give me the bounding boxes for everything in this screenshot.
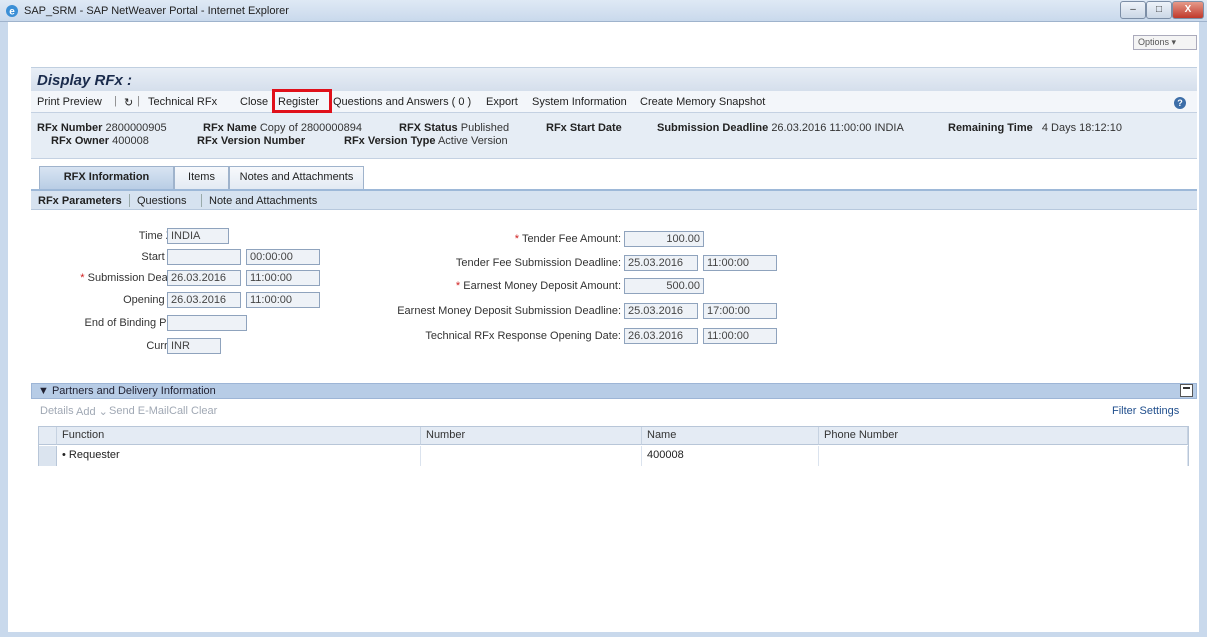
subtab-questions[interactable]: Questions: [137, 195, 187, 207]
row-selector[interactable]: [39, 446, 57, 466]
partners-toolbar: Details Add ⌄ Send E-Mail Call Clear: [31, 402, 1197, 422]
tab-rfx-information[interactable]: RFX Information: [39, 166, 174, 189]
help-icon[interactable]: ?: [1174, 97, 1186, 109]
partners-section-title: ▼ Partners and Delivery Information: [38, 385, 216, 397]
submission-date-field[interactable]: 26.03.2016: [167, 270, 241, 286]
tech-opening-time-field[interactable]: 11:00:00: [703, 328, 777, 344]
window-title-bar: e SAP_SRM - SAP NetWeaver Portal - Inter…: [0, 0, 1207, 22]
rfx-status: RFX Status Published: [399, 122, 510, 134]
tender-fee-deadline-label: Tender Fee Submission Deadline:: [455, 257, 621, 269]
subtab-rfx-parameters[interactable]: RFx Parameters: [38, 195, 122, 207]
register-highlight: [272, 89, 332, 113]
opening-time-field[interactable]: 11:00:00: [246, 292, 320, 308]
maximize-button[interactable]: □: [1146, 1, 1172, 19]
partners-table: Function Number Name Phone Number • Requ…: [38, 426, 1189, 466]
internet-explorer-icon: e: [6, 5, 18, 18]
rfx-start-date: RFx Start Date: [546, 122, 622, 134]
filter-settings-link[interactable]: Filter Settings: [1112, 405, 1179, 417]
emd-deadline-label: Earnest Money Deposit Submission Deadlin…: [397, 305, 621, 317]
action-toolbar: Print Preview | ↻ | Technical RFx Close …: [31, 91, 1197, 113]
add-button[interactable]: Add ⌄: [76, 405, 108, 418]
column-header-number[interactable]: Number: [421, 427, 642, 445]
tender-fee-amount-label: * Tender Fee Amount:: [514, 233, 621, 245]
emd-time-field[interactable]: 17:00:00: [703, 303, 777, 319]
emd-amount-label: * Earnest Money Deposit Amount:: [455, 280, 621, 292]
column-header-function[interactable]: Function: [57, 427, 421, 445]
tender-fee-time-field[interactable]: 11:00:00: [703, 255, 777, 271]
rfx-owner: RFx Owner 400008: [51, 135, 149, 147]
close-button[interactable]: Close: [240, 96, 268, 108]
partners-section-header[interactable]: ▼ Partners and Delivery Information: [31, 383, 1197, 399]
column-header-phone[interactable]: Phone Number: [819, 427, 1188, 445]
tender-fee-amount-field[interactable]: 100.00: [624, 231, 704, 247]
system-information-button[interactable]: System Information: [532, 96, 627, 108]
subtab-separator: [129, 194, 130, 207]
window-title: SAP_SRM - SAP NetWeaver Portal - Interne…: [24, 5, 289, 17]
options-button[interactable]: Options ▾: [1133, 35, 1197, 50]
cell-number: [421, 446, 642, 466]
tab-notes-attachments[interactable]: Notes and Attachments: [229, 166, 364, 189]
tech-opening-label: Technical RFx Response Opening Date:: [425, 330, 621, 342]
export-button[interactable]: Export: [486, 96, 518, 108]
close-window-button[interactable]: X: [1172, 1, 1204, 19]
create-memory-snapshot-button[interactable]: Create Memory Snapshot: [640, 96, 765, 108]
rfx-version-number: RFx Version Number: [197, 135, 306, 147]
submission-deadline-info: Submission Deadline 26.03.2016 11:00:00 …: [657, 122, 904, 134]
remaining-time: Remaining Time 4 Days 18:12:10: [948, 122, 1122, 134]
sub-tab-bar: RFx Parameters Questions Note and Attach…: [31, 189, 1197, 210]
toolbar-separator: |: [137, 95, 140, 107]
rfx-number: RFx Number 2800000905: [37, 122, 167, 134]
questions-answers-button[interactable]: Questions and Answers ( 0 ): [333, 96, 471, 108]
clear-button[interactable]: Clear: [191, 405, 217, 417]
tab-items[interactable]: Items: [174, 166, 229, 189]
emd-date-field[interactable]: 25.03.2016: [624, 303, 698, 319]
tab-strip: RFX Information Items Notes and Attachme…: [31, 159, 1197, 189]
emd-amount-field[interactable]: 500.00: [624, 278, 704, 294]
window-bottom-border: [8, 632, 1199, 637]
currency-field[interactable]: INR: [167, 338, 221, 354]
cell-name: 400008: [642, 446, 819, 466]
page-title: Display RFx :: [37, 72, 133, 89]
toolbar-separator: |: [114, 95, 117, 107]
print-preview-button[interactable]: Print Preview: [37, 96, 102, 108]
start-date-field[interactable]: [167, 249, 241, 265]
time-zone-field[interactable]: INDIA: [167, 228, 229, 244]
subtab-note-attachments[interactable]: Note and Attachments: [209, 195, 317, 207]
details-button[interactable]: Details: [40, 405, 74, 417]
tech-opening-date-field[interactable]: 26.03.2016: [624, 328, 698, 344]
opening-date-field[interactable]: 26.03.2016: [167, 292, 241, 308]
send-email-button[interactable]: Send E-Mail: [109, 405, 169, 417]
rfx-header-info: RFx Number 2800000905 RFx Name Copy of 2…: [31, 113, 1197, 159]
rfx-name: RFx Name Copy of 2800000894: [203, 122, 363, 134]
refresh-icon[interactable]: ↻: [124, 96, 133, 109]
page-header: Display RFx :: [31, 67, 1197, 91]
submission-time-field[interactable]: 11:00:00: [246, 270, 320, 286]
subtab-separator: [201, 194, 202, 207]
rfx-parameters-form: Time Zone: INDIA Start Date: 00:00:00 * …: [31, 210, 1197, 380]
start-time-field[interactable]: 00:00:00: [246, 249, 320, 265]
call-button[interactable]: Call: [169, 405, 188, 417]
rfx-version-type: RFx Version Type Active Version: [344, 135, 508, 147]
minimize-button[interactable]: –: [1120, 1, 1146, 19]
end-binding-field[interactable]: [167, 315, 247, 331]
svg-text:e: e: [9, 7, 15, 18]
column-header-name[interactable]: Name: [642, 427, 819, 445]
technical-rfx-button[interactable]: Technical RFx: [148, 96, 217, 108]
cell-phone: [819, 446, 1188, 466]
cell-function: • Requester: [57, 446, 421, 466]
select-all-cell[interactable]: [39, 427, 57, 445]
collapse-icon[interactable]: [1180, 384, 1193, 397]
tender-fee-date-field[interactable]: 25.03.2016: [624, 255, 698, 271]
